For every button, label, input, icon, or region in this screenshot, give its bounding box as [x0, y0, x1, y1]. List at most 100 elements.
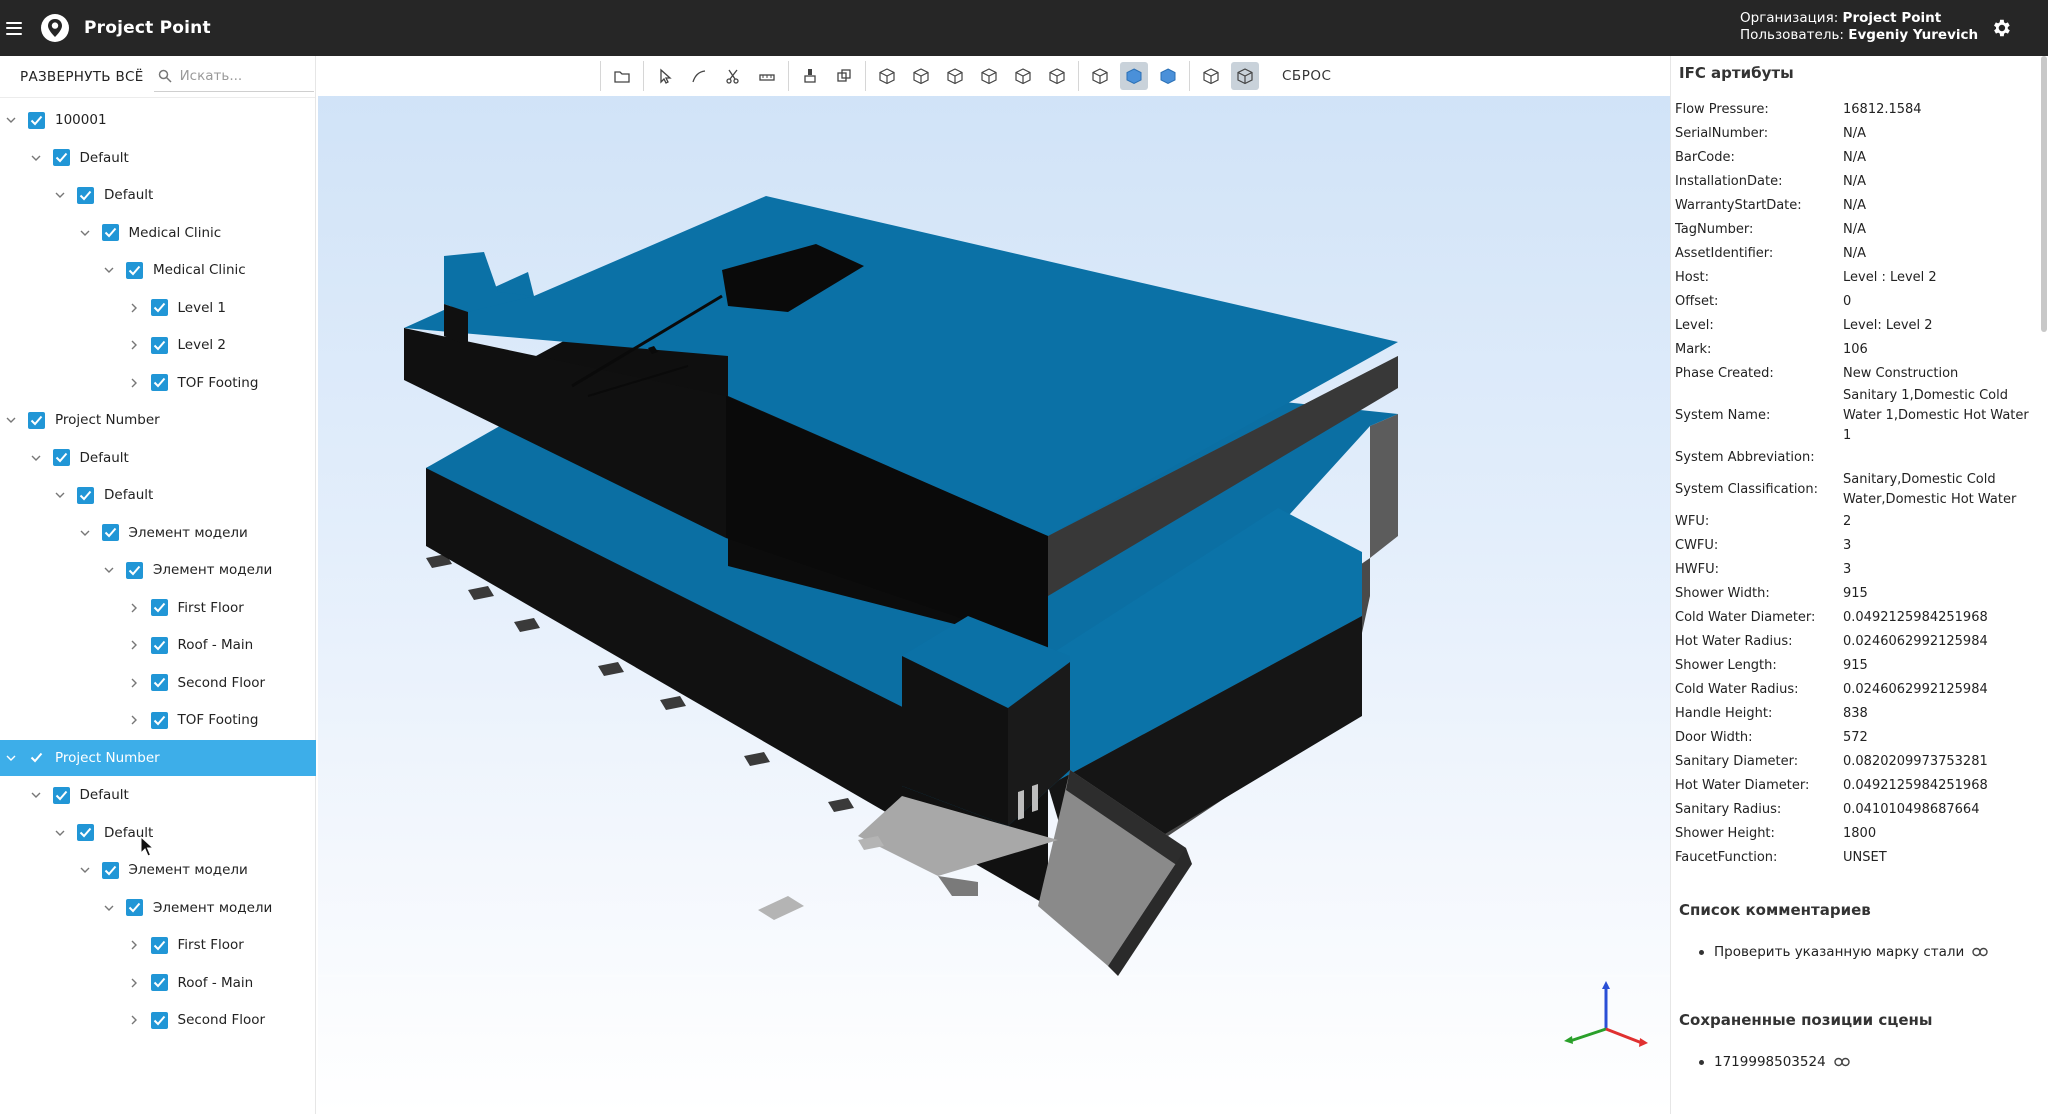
chevron-right-icon[interactable] [129, 303, 139, 313]
tree-checkbox[interactable] [101, 224, 119, 241]
tree-checkbox[interactable] [150, 674, 168, 691]
tree-node[interactable]: Default [0, 477, 316, 513]
chevron-down-icon[interactable] [80, 865, 90, 875]
tree-node[interactable]: Second Floor [0, 1002, 316, 1038]
tree-node[interactable]: Project Number [0, 402, 316, 438]
chevron-right-icon[interactable] [129, 640, 139, 650]
tree-node[interactable]: Medical Clinic [0, 252, 316, 288]
tree-node[interactable]: Second Floor [0, 665, 316, 701]
chevron-down-icon[interactable] [80, 228, 90, 238]
link-icon[interactable] [1833, 1057, 1850, 1067]
tree-node[interactable]: Default [0, 777, 316, 813]
cube-view-5-button[interactable] [1009, 62, 1037, 90]
tree-node[interactable]: Roof - Main [0, 627, 316, 663]
tree-checkbox[interactable] [150, 599, 168, 616]
solid-button[interactable] [1154, 62, 1182, 90]
tree-checkbox[interactable] [101, 861, 119, 879]
chevron-down-icon[interactable] [6, 115, 16, 125]
chevron-right-icon[interactable] [129, 715, 139, 725]
saved-position-item[interactable]: 1719998503524 [1699, 1054, 1850, 1070]
scissors-button[interactable] [719, 62, 747, 90]
comment-item[interactable]: Проверить указанную марку стали [1699, 944, 1988, 960]
tree-checkbox[interactable] [77, 824, 94, 841]
chevron-right-icon[interactable] [129, 603, 139, 613]
tree-node[interactable]: Default [0, 177, 316, 213]
tree-node[interactable]: Элемент модели [0, 515, 316, 551]
folder-button[interactable] [608, 62, 636, 90]
measure-line-button[interactable] [685, 62, 713, 90]
tree-checkbox[interactable] [150, 374, 168, 391]
properties-scrollbar[interactable] [2041, 56, 2047, 332]
cube-view-3-button[interactable] [941, 62, 969, 90]
tree-node[interactable]: Medical Clinic [0, 215, 316, 251]
gear-icon[interactable] [1990, 17, 2012, 39]
tree-checkbox[interactable] [150, 711, 168, 729]
tree-checkbox[interactable] [52, 786, 70, 804]
tree-node[interactable]: TOF Footing [0, 365, 316, 401]
tree-checkbox[interactable] [28, 411, 45, 429]
chevron-down-icon[interactable] [55, 828, 65, 838]
chevron-right-icon[interactable] [129, 978, 139, 988]
building-model[interactable] [318, 96, 1670, 1114]
chevron-right-icon[interactable] [129, 378, 139, 388]
chevron-right-icon[interactable] [129, 940, 139, 950]
chevron-down-icon[interactable] [104, 265, 114, 275]
tree-node[interactable]: Элемент модели [0, 552, 316, 588]
tree-node[interactable]: Roof - Main [0, 965, 316, 1001]
pin-button[interactable] [796, 62, 824, 90]
tree-checkbox[interactable] [150, 974, 168, 991]
shaded-button[interactable] [1120, 62, 1148, 90]
cube-outline-button[interactable] [1197, 62, 1225, 90]
tree-checkbox[interactable] [52, 449, 70, 466]
chevron-right-icon[interactable] [129, 1015, 139, 1025]
tree-node[interactable]: 100001 [0, 102, 316, 138]
expand-all-button[interactable]: РАЗВЕРНУТЬ ВСЁ [20, 69, 144, 85]
tree-node[interactable]: Элемент модели [0, 890, 316, 926]
tree-node[interactable]: Default [0, 440, 316, 476]
reset-button[interactable]: СБРОС [1282, 68, 1331, 84]
cube-view-2-button[interactable] [907, 62, 935, 90]
chevron-down-icon[interactable] [31, 790, 41, 800]
tree-node[interactable]: First Floor [0, 590, 316, 626]
chevron-down-icon[interactable] [6, 415, 16, 425]
tree-checkbox[interactable] [150, 336, 168, 354]
chevron-down-icon[interactable] [55, 490, 65, 500]
cube-xray-button[interactable] [1231, 62, 1259, 90]
tree-checkbox[interactable] [126, 561, 143, 579]
cube-view-6-button[interactable] [1043, 62, 1071, 90]
chevron-down-icon[interactable] [80, 528, 90, 538]
chevron-down-icon[interactable] [104, 903, 114, 913]
chevron-right-icon[interactable] [129, 678, 139, 688]
tree-node[interactable]: Default [0, 815, 316, 851]
chevron-right-icon[interactable] [129, 340, 139, 350]
tree-node[interactable]: Level 1 [0, 290, 316, 326]
tree-checkbox[interactable] [28, 749, 45, 766]
menu-icon[interactable] [6, 21, 22, 35]
search-input[interactable] [179, 68, 300, 84]
chevron-down-icon[interactable] [6, 753, 16, 763]
link-icon[interactable] [1972, 947, 1988, 957]
select-cursor-button[interactable] [651, 62, 679, 90]
tree-checkbox[interactable] [150, 936, 168, 954]
tree-node[interactable]: Элемент модели [0, 852, 316, 888]
chevron-down-icon[interactable] [55, 190, 65, 200]
wireframe-button[interactable] [1086, 62, 1114, 90]
tree-node[interactable]: TOF Footing [0, 702, 316, 738]
tree-node[interactable]: Default [0, 140, 316, 176]
tree-checkbox[interactable] [150, 299, 168, 316]
cube-view-4-button[interactable] [975, 62, 1003, 90]
tree-node[interactable]: Project Number [0, 739, 316, 776]
3d-viewer[interactable]: СБРОС [318, 56, 1670, 1114]
chevron-down-icon[interactable] [31, 153, 41, 163]
tree-checkbox[interactable] [77, 486, 94, 504]
tree-checkbox[interactable] [28, 111, 45, 129]
cube-view-1-button[interactable] [873, 62, 901, 90]
ruler-button[interactable] [753, 62, 781, 90]
layers-button[interactable] [830, 62, 858, 90]
tree-checkbox[interactable] [126, 261, 143, 279]
tree-checkbox[interactable] [101, 524, 119, 541]
tree-checkbox[interactable] [150, 636, 168, 654]
chevron-down-icon[interactable] [104, 565, 114, 575]
tree-checkbox[interactable] [150, 1011, 168, 1029]
chevron-down-icon[interactable] [31, 453, 41, 463]
